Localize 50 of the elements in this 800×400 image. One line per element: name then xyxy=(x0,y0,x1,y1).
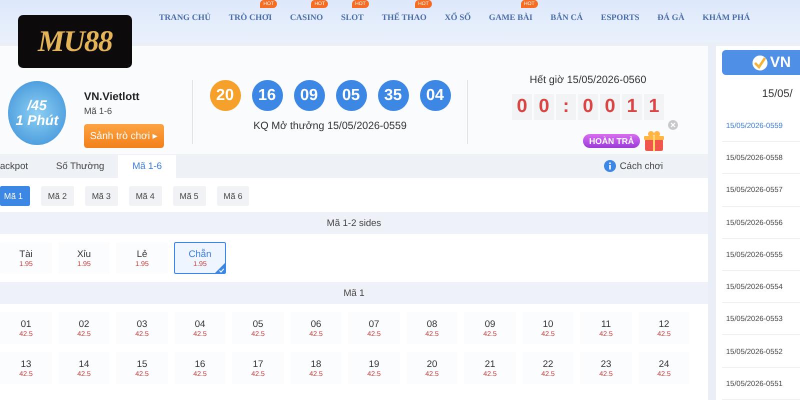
nav-link[interactable]: GAME BÀI xyxy=(488,12,533,22)
nav-link[interactable]: ESPORTS xyxy=(600,12,640,22)
nav-link[interactable]: TRANG CHỦ xyxy=(159,12,211,22)
section-title: Mã 1 xyxy=(343,288,365,298)
logo[interactable]: MU88 xyxy=(18,15,132,68)
sub-tab[interactable]: Mã 5 xyxy=(172,186,206,206)
tab[interactable]: Mã 1-6 xyxy=(118,155,176,178)
nav-link[interactable]: TRÒ CHƠI xyxy=(228,12,272,22)
game-subtitle: Mã 1-6 xyxy=(84,106,114,116)
tab[interactable]: Số Thường xyxy=(42,155,118,178)
sub-tab[interactable]: Mã 6 xyxy=(216,186,250,206)
result-caption: KQ Mở thưởng 15/05/2026-0559 xyxy=(253,120,407,132)
gift-icon xyxy=(642,130,666,152)
brand-name: VN xyxy=(770,54,791,72)
nav-link[interactable]: ĐÁ GÀ xyxy=(657,12,684,22)
nav-link[interactable]: KHÁM PHÁ xyxy=(702,12,750,22)
result-ball: 05 xyxy=(336,80,366,111)
countdown-digit: 0 xyxy=(534,94,554,120)
countdown-digit: 1 xyxy=(622,94,642,120)
nav-link[interactable]: SLOT xyxy=(341,12,364,22)
result-ball: 09 xyxy=(294,80,324,111)
game-badge-icon: /45 1 Phút xyxy=(8,81,66,145)
sub-tab[interactable]: Mã 1 xyxy=(0,186,30,206)
countdown-digit: 0 xyxy=(578,94,598,120)
info-icon xyxy=(604,160,616,172)
how-to-play-link[interactable]: Cách chơi xyxy=(620,160,663,172)
game-title: VN.Vietlott xyxy=(84,90,140,102)
sub-tab[interactable]: Mã 4 xyxy=(128,186,162,206)
result-ball: 04 xyxy=(420,80,450,111)
result-ball: 35 xyxy=(378,80,408,111)
countdown-digit: 1 xyxy=(644,94,664,120)
section-title: Mã 1-2 sides xyxy=(326,218,382,228)
nav-link[interactable]: CASINO xyxy=(290,12,323,22)
countdown-digit: 0 xyxy=(600,94,620,120)
result-ball: 20 xyxy=(210,80,240,111)
close-icon[interactable] xyxy=(668,120,678,130)
countdown-digit: : xyxy=(556,94,576,120)
countdown-digit: 0 xyxy=(512,94,532,120)
check-corner-icon xyxy=(215,263,225,273)
countdown-label: Hết giờ 15/05/2026-0560 xyxy=(530,74,646,86)
sub-tab[interactable]: Mã 2 xyxy=(40,186,74,206)
nav-link[interactable]: THỂ THAO xyxy=(382,12,427,22)
nav-link[interactable]: XỔ SỐ xyxy=(444,12,471,22)
result-ball: 16 xyxy=(252,80,282,111)
refund-promo-button[interactable]: HOÀN TRẢ xyxy=(583,134,640,148)
date-heading: 15/05/ xyxy=(761,87,794,102)
sub-tab[interactable]: Mã 3 xyxy=(84,186,118,206)
tab[interactable]: ackpot xyxy=(0,155,42,178)
nav-link[interactable]: BẮN CÁ xyxy=(550,12,583,22)
checkmark-logo-icon xyxy=(752,54,768,71)
